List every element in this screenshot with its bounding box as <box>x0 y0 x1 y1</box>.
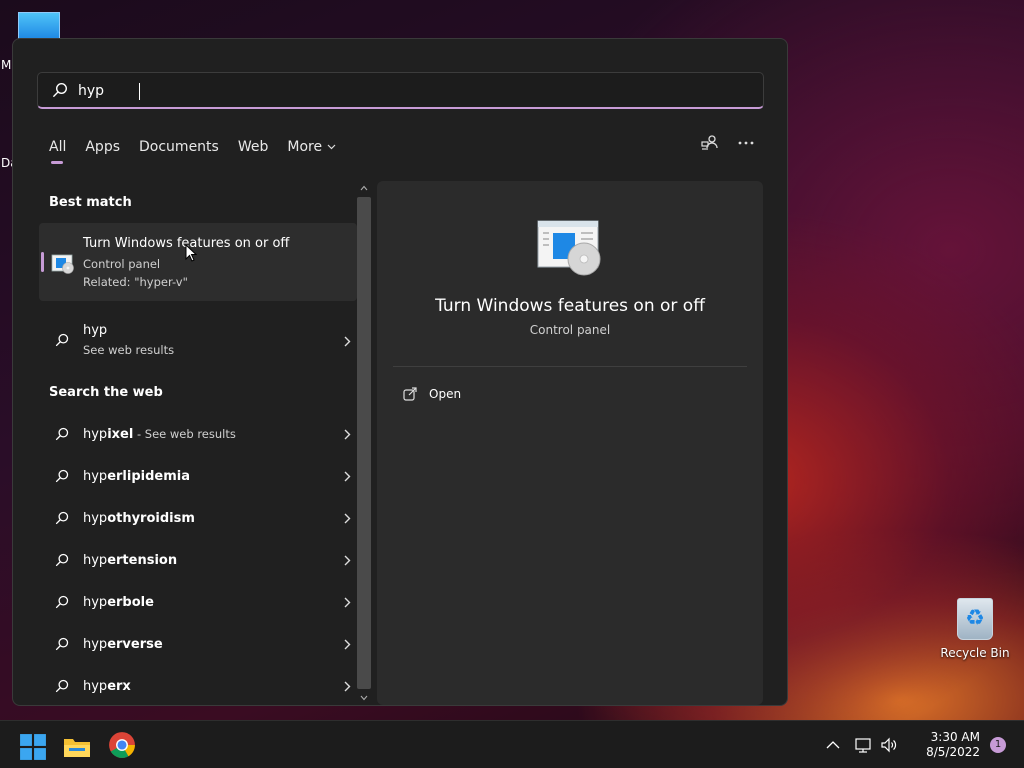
web-suggestion-text: hyperbole <box>83 595 154 610</box>
selection-indicator <box>41 252 44 272</box>
recycle-bin-icon <box>957 598 993 640</box>
search-panel: All Apps Documents Web More Best match <box>12 38 788 706</box>
open-label: Open <box>429 387 462 401</box>
preview-pane: Turn Windows features on or off Control … <box>377 181 763 705</box>
clock-time: 3:30 AM <box>930 730 980 744</box>
search-input[interactable] <box>78 78 738 104</box>
chevron-right-icon <box>344 555 351 566</box>
text-caret <box>139 83 140 100</box>
desktop-icon-partial[interactable] <box>18 12 60 40</box>
chevron-right-icon <box>344 513 351 524</box>
chevron-right-icon <box>344 639 351 650</box>
search-icon <box>55 595 69 609</box>
scroll-down-icon[interactable] <box>360 695 368 701</box>
tray-icons <box>826 737 908 753</box>
web-suggestion-text: hypixel - See web results <box>83 427 236 442</box>
tab-web[interactable]: Web <box>238 137 269 157</box>
file-explorer-icon[interactable] <box>63 733 91 761</box>
windows-features-icon <box>51 254 74 274</box>
filter-tabs: All Apps Documents Web More <box>49 137 355 167</box>
search-icon <box>53 82 68 97</box>
mouse-cursor-icon <box>185 244 197 262</box>
recycle-bin-desktop-icon[interactable]: Recycle Bin <box>940 598 1010 660</box>
web-suggestion-item[interactable]: hypothyroidism <box>39 499 357 539</box>
web-result-item[interactable]: hyp See web results <box>39 313 357 371</box>
tab-all[interactable]: All <box>49 137 66 164</box>
web-suggestion-text: hypertension <box>83 553 178 568</box>
chevron-right-icon <box>344 597 351 608</box>
web-suggestion-item[interactable]: hypixel - See web results <box>39 415 357 455</box>
results-list: Best match Turn Windows features on or o… <box>39 181 357 705</box>
clock-date: 8/5/2022 <box>926 745 980 759</box>
chevron-right-icon <box>344 681 351 692</box>
chevron-right-icon <box>344 336 351 347</box>
open-external-icon <box>403 387 417 401</box>
tab-more[interactable]: More <box>287 137 336 157</box>
chevron-right-icon <box>344 471 351 482</box>
account-switch-icon[interactable] <box>701 134 719 152</box>
network-icon[interactable] <box>854 737 872 753</box>
web-suggestion-item[interactable]: hyperx <box>39 667 357 707</box>
results-scrollbar[interactable] <box>357 183 371 705</box>
chevron-up-icon[interactable] <box>826 740 840 750</box>
search-icon <box>55 679 69 693</box>
search-icon <box>55 637 69 651</box>
scrollbar-thumb[interactable] <box>357 197 371 689</box>
desktop-icon-label-partial: M <box>1 58 12 72</box>
chevron-down-icon <box>327 144 336 150</box>
preview-title: Turn Windows features on or off <box>435 296 705 316</box>
recycle-bin-label: Recycle Bin <box>940 646 1010 660</box>
web-result-subtitle: See web results <box>83 343 175 357</box>
web-suggestion-text: hyperx <box>83 679 131 694</box>
web-suggestion-item[interactable]: hyperlipidemia <box>39 457 357 497</box>
tab-documents[interactable]: Documents <box>139 137 219 157</box>
best-match-related: Related: "hyper-v" <box>83 275 188 289</box>
open-action[interactable]: Open <box>403 387 461 401</box>
search-icon <box>55 333 69 347</box>
taskbar: 3:30 AM 8/5/2022 1 <box>0 720 1024 768</box>
notification-badge[interactable]: 1 <box>990 737 1006 753</box>
scroll-up-icon[interactable] <box>360 185 368 191</box>
volume-icon[interactable] <box>880 737 898 753</box>
search-box[interactable] <box>37 72 764 109</box>
web-result-query: hyp <box>83 323 108 338</box>
search-icon <box>55 553 69 567</box>
tab-apps[interactable]: Apps <box>85 137 120 157</box>
best-match-item[interactable]: Turn Windows features on or off Control … <box>39 223 357 301</box>
windows-start-icon[interactable] <box>19 733 47 761</box>
web-suggestion-item[interactable]: hyperverse <box>39 625 357 665</box>
more-options-icon[interactable] <box>737 134 755 152</box>
web-suggestion-text: hyperverse <box>83 637 163 652</box>
clock[interactable]: 3:30 AM 8/5/2022 <box>926 730 980 760</box>
chevron-right-icon <box>344 429 351 440</box>
search-icon <box>55 469 69 483</box>
search-icon <box>55 511 69 525</box>
system-tray: 3:30 AM 8/5/2022 1 <box>826 721 1006 768</box>
best-match-heading: Best match <box>49 195 132 210</box>
web-suggestion-item[interactable]: hyperbole <box>39 583 357 623</box>
panel-actions <box>701 134 755 152</box>
web-suggestion-text: hyperlipidemia <box>83 469 190 484</box>
best-match-category: Control panel <box>83 257 161 271</box>
windows-features-icon <box>537 220 601 276</box>
chrome-icon[interactable] <box>108 731 136 759</box>
preview-divider <box>393 366 747 367</box>
web-suggestion-text: hypothyroidism <box>83 511 195 526</box>
search-icon <box>55 427 69 441</box>
web-suggestion-item[interactable]: hypertension <box>39 541 357 581</box>
search-the-web-heading: Search the web <box>49 385 163 400</box>
preview-subtitle: Control panel <box>529 323 611 337</box>
